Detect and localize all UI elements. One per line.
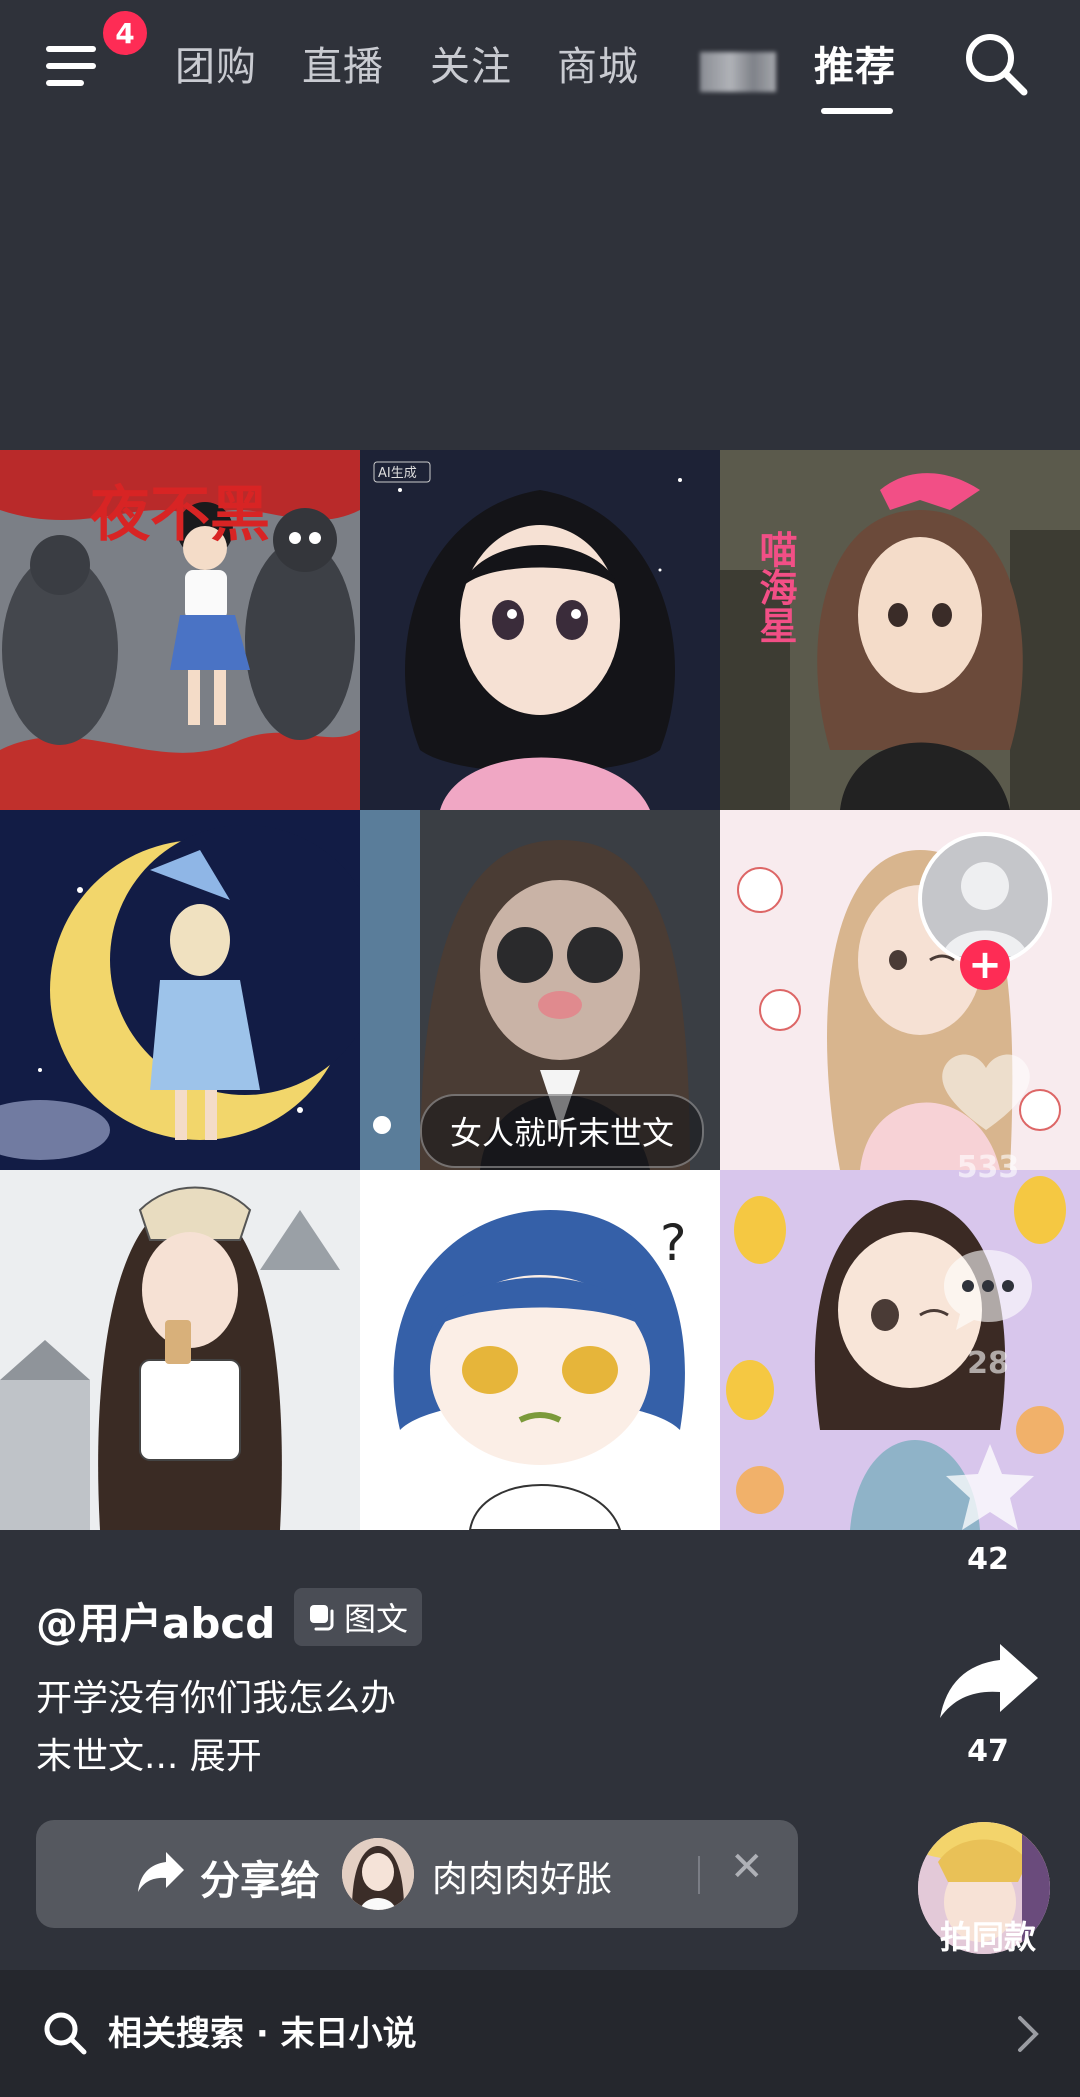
post-description[interactable]: 开学没有你们我怎么办 末世文... 展开 xyxy=(36,1670,396,1786)
tab-group-buy[interactable]: 团购 xyxy=(175,34,257,92)
same-style-label[interactable]: 拍同款 xyxy=(918,1912,1058,1958)
description-line-1: 开学没有你们我怎么办 xyxy=(36,1678,397,1719)
divider xyxy=(698,1856,700,1894)
like-heart-icon[interactable] xyxy=(936,1046,1036,1136)
notification-badge: 4 xyxy=(100,8,150,58)
tab-blurred[interactable] xyxy=(700,52,776,92)
close-icon[interactable]: ✕ xyxy=(730,1844,764,1890)
search-icon xyxy=(966,34,1028,96)
share-label: 分享给 xyxy=(200,1858,320,1904)
related-search-text: 相关搜索 · 末日小说 xyxy=(108,2014,417,2054)
menu-icon xyxy=(46,46,96,86)
top-nav: 4 团购 直播 关注 商城 推荐 xyxy=(0,0,1080,130)
share-arrow-small-icon xyxy=(138,1852,184,1892)
tab-following[interactable]: 关注 xyxy=(430,34,512,92)
comment-count: 28 xyxy=(967,1346,1009,1381)
description-line-2[interactable]: 末世文... 展开 xyxy=(36,1728,396,1786)
follow-plus-icon[interactable]: + xyxy=(960,940,1010,990)
post-type-chip: 图文 xyxy=(294,1588,423,1646)
comment-icon[interactable] xyxy=(940,1244,1036,1334)
like-count: 533 xyxy=(956,1150,1020,1185)
friend-avatar xyxy=(342,1838,414,1910)
cell-overlay-text-3: 喵海星 xyxy=(753,530,797,644)
caption-pill[interactable]: 女人就听末世文 xyxy=(420,1094,705,1168)
grid-image-4[interactable] xyxy=(0,810,360,1170)
cell-overlay-text-1: 夜不黑 xyxy=(89,480,270,550)
grid-image-3[interactable]: 喵海星 xyxy=(720,450,1080,810)
menu-button[interactable]: 4 xyxy=(44,8,150,96)
share-to-friend-bar[interactable]: 分享给 肉肉肉好胀 ✕ xyxy=(36,1820,798,1928)
search-icon xyxy=(44,2012,87,2055)
active-tab-indicator xyxy=(821,108,893,114)
favorite-count: 42 xyxy=(967,1542,1009,1577)
author-avatar[interactable]: + xyxy=(918,832,1052,990)
friend-name: 肉肉肉好胀 xyxy=(432,1859,613,1900)
grid-image-8[interactable]: ? xyxy=(360,1170,720,1530)
carousel-dot xyxy=(373,1116,391,1134)
cell-overlay-text-8: ? xyxy=(660,1214,687,1272)
search-button[interactable] xyxy=(960,28,1032,100)
grid-image-1[interactable]: 夜不黑 xyxy=(0,450,360,810)
image-text-icon xyxy=(310,1605,334,1631)
post-type-label: 图文 xyxy=(344,1600,409,1638)
favorite-star-icon[interactable] xyxy=(940,1440,1040,1536)
share-count: 47 xyxy=(967,1734,1009,1769)
tab-mall[interactable]: 商城 xyxy=(557,34,639,92)
author-username[interactable]: @用户abcd xyxy=(36,1590,275,1651)
grid-image-7[interactable] xyxy=(0,1170,360,1530)
related-search-bar[interactable]: 相关搜索 · 末日小说 xyxy=(0,1970,1080,2097)
tab-recommend[interactable]: 推荐 xyxy=(814,34,896,92)
chevron-right-icon xyxy=(1018,2016,1039,2052)
grid-image-2[interactable]: AI生成 xyxy=(360,450,720,810)
image-grid[interactable]: 夜不黑 AI生成 喵海星 ? xyxy=(0,450,1080,1530)
share-arrow-icon[interactable] xyxy=(938,1640,1042,1720)
tab-live[interactable]: 直播 xyxy=(302,34,384,92)
ai-generated-label: AI生成 xyxy=(378,466,417,481)
